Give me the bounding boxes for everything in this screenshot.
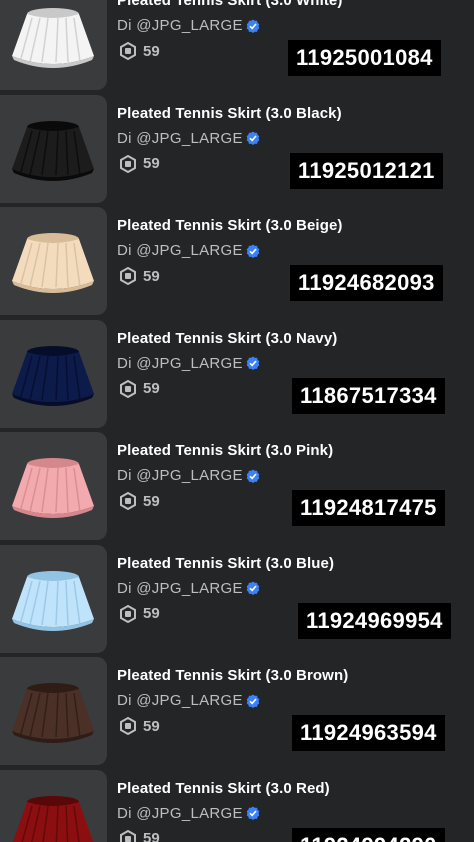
item-creator[interactable]: Di @JPG_LARGE — [117, 805, 260, 822]
creator-name[interactable]: Di @JPG_LARGE — [117, 467, 243, 484]
item-price: 59 — [119, 604, 160, 623]
skirt-thumbnail-icon — [12, 8, 94, 68]
item-thumbnail[interactable] — [0, 657, 107, 765]
creator-name[interactable]: Di @JPG_LARGE — [117, 130, 243, 147]
creator-name[interactable]: Di @JPG_LARGE — [117, 355, 243, 372]
item-price: 59 — [119, 42, 160, 60]
item-title[interactable]: Pleated Tennis Skirt (3.0 Blue) — [117, 555, 334, 572]
item-price: 59 — [119, 492, 160, 510]
item-title[interactable]: Pleated Tennis Skirt (3.0 White) — [117, 0, 342, 9]
catalog-item[interactable]: Pleated Tennis Skirt (3.0 Navy) Di @JPG_L… — [0, 319, 474, 432]
price-value: 59 — [143, 380, 160, 397]
verified-badge-icon — [246, 244, 260, 258]
robux-icon — [120, 379, 136, 398]
item-price: 59 — [119, 267, 160, 285]
verified-badge-icon — [246, 356, 260, 370]
item-creator[interactable]: Di @JPG_LARGE — [117, 692, 260, 709]
creator-name[interactable]: Di @JPG_LARGE — [117, 805, 243, 822]
item-thumbnail[interactable] — [0, 207, 107, 315]
price-value: 59 — [143, 267, 160, 285]
item-title[interactable]: Pleated Tennis Skirt (3.0 Black) — [117, 105, 342, 122]
creator-name[interactable]: Di @JPG_LARGE — [117, 580, 243, 597]
item-id-code: 11924963594 — [292, 715, 445, 751]
catalog-item[interactable]: Pleated Tennis Skirt (3.0 Black) Di @JPG_… — [0, 94, 474, 207]
robux-icon — [120, 492, 136, 510]
item-title[interactable]: Pleated Tennis Skirt (3.0 Navy) — [117, 330, 337, 347]
item-title[interactable]: Pleated Tennis Skirt (3.0 Red) — [117, 780, 330, 797]
verified-badge-icon — [246, 469, 260, 483]
item-id-code: 11925001084 — [288, 40, 441, 76]
item-id-code: 11924994290 — [292, 827, 445, 842]
robux-icon — [120, 154, 136, 173]
catalog-item[interactable]: Pleated Tennis Skirt (3.0 Pink) Di @JPG_L… — [0, 432, 474, 544]
item-thumbnail[interactable] — [0, 319, 107, 428]
item-creator[interactable]: Di @JPG_LARGE — [117, 355, 260, 372]
robux-icon — [120, 267, 136, 285]
item-id-code: 11925012121 — [290, 152, 443, 189]
item-creator[interactable]: Di @JPG_LARGE — [117, 130, 260, 147]
item-creator[interactable]: Di @JPG_LARGE — [117, 580, 260, 597]
item-price: 59 — [119, 829, 160, 842]
item-id-code: 11924969954 — [298, 602, 451, 639]
verified-badge-icon — [246, 581, 260, 595]
skirt-thumbnail-icon — [12, 345, 94, 406]
catalog-item[interactable]: Pleated Tennis Skirt (3.0 Beige) Di @JPG_… — [0, 207, 474, 319]
verified-badge-icon — [246, 19, 260, 33]
item-id-code: 11867517334 — [292, 377, 445, 414]
price-value: 59 — [143, 155, 160, 172]
skirt-thumbnail-icon — [12, 795, 94, 842]
item-id-code: 11924817475 — [292, 490, 445, 526]
skirt-thumbnail-icon — [12, 570, 94, 631]
item-creator[interactable]: Di @JPG_LARGE — [117, 17, 260, 34]
creator-name[interactable]: Di @JPG_LARGE — [117, 17, 243, 34]
verified-badge-icon — [246, 694, 260, 708]
robux-icon — [120, 604, 136, 623]
item-creator[interactable]: Di @JPG_LARGE — [117, 467, 260, 484]
creator-name[interactable]: Di @JPG_LARGE — [117, 692, 243, 709]
catalog-item[interactable]: Pleated Tennis Skirt (3.0 Blue) Di @JPG_L… — [0, 544, 474, 657]
item-thumbnail[interactable] — [0, 94, 107, 203]
price-value: 59 — [143, 42, 160, 60]
robux-icon — [120, 829, 136, 842]
price-value: 59 — [143, 605, 160, 622]
item-thumbnail[interactable] — [0, 544, 107, 653]
item-id-code: 11924682093 — [290, 265, 443, 301]
robux-icon — [120, 42, 136, 60]
robux-icon — [120, 717, 136, 735]
catalog-item[interactable]: Pleated Tennis Skirt (3.0 White) Di @JPG_… — [0, 0, 474, 94]
price-value: 59 — [143, 830, 160, 842]
price-value: 59 — [143, 717, 160, 735]
catalog-item[interactable]: Pleated Tennis Skirt (3.0 Red) Di @JPG_LA… — [0, 769, 474, 842]
item-price: 59 — [119, 717, 160, 735]
item-thumbnail[interactable] — [0, 0, 107, 90]
item-title[interactable]: Pleated Tennis Skirt (3.0 Pink) — [117, 442, 333, 459]
verified-badge-icon — [246, 806, 260, 820]
item-thumbnail[interactable] — [0, 769, 107, 842]
item-title[interactable]: Pleated Tennis Skirt (3.0 Brown) — [117, 667, 348, 684]
item-price: 59 — [119, 154, 160, 173]
catalog-item[interactable]: Pleated Tennis Skirt (3.0 Brown) Di @JPG_… — [0, 657, 474, 769]
item-price: 59 — [119, 379, 160, 398]
item-creator[interactable]: Di @JPG_LARGE — [117, 242, 260, 259]
skirt-thumbnail-icon — [12, 683, 94, 743]
skirt-thumbnail-icon — [12, 120, 94, 181]
item-title[interactable]: Pleated Tennis Skirt (3.0 Beige) — [117, 217, 343, 234]
price-value: 59 — [143, 492, 160, 510]
skirt-thumbnail-icon — [12, 458, 94, 518]
creator-name[interactable]: Di @JPG_LARGE — [117, 242, 243, 259]
skirt-thumbnail-icon — [12, 233, 94, 293]
verified-badge-icon — [246, 131, 260, 145]
item-thumbnail[interactable] — [0, 432, 107, 540]
